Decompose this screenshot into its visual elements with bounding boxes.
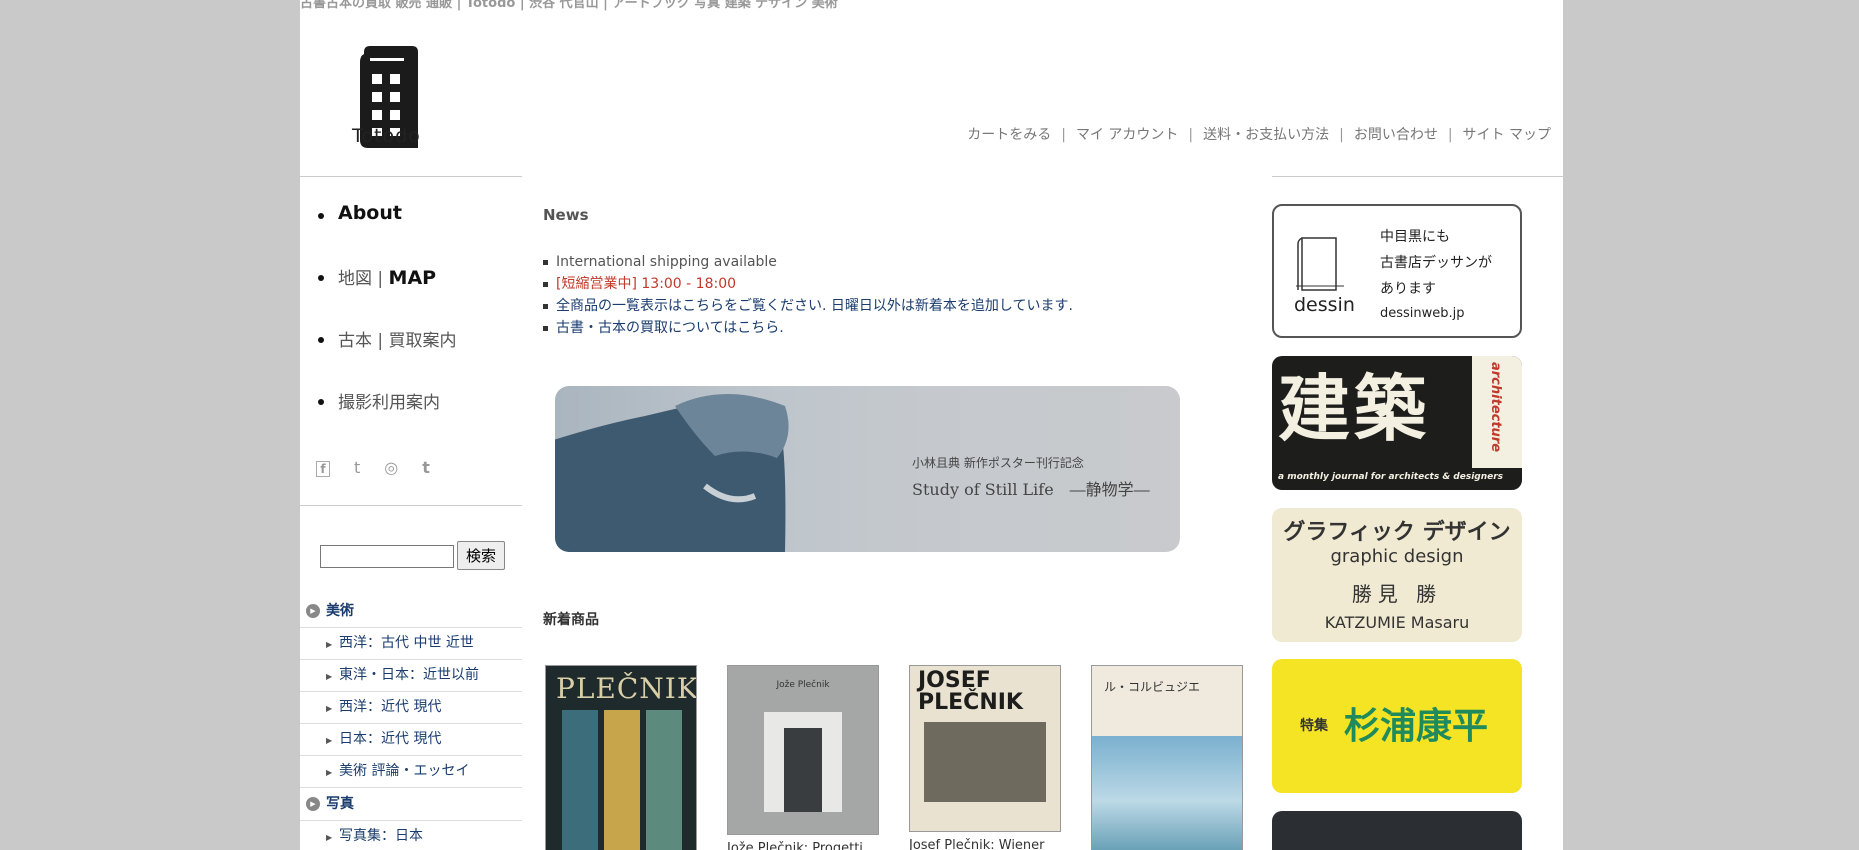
sugiura-name: 杉浦康平 [1344, 705, 1489, 747]
nav-contact-link[interactable]: お問い合わせ [1354, 127, 1438, 143]
social-links: f t ◎ t [316, 458, 454, 477]
dessin-line: 中目黒にも [1380, 229, 1450, 245]
search-button[interactable]: 検索 [457, 541, 506, 570]
facebook-icon[interactable]: f [316, 461, 330, 477]
product-card[interactable]: JOSEF PLEČNIK Josef Plečnik: Wiener [909, 665, 1061, 850]
nav-separator: | [1447, 127, 1453, 143]
poster-banner[interactable]: 小林且典 新作ポスター刊行記念 Study of Still Life ―静物学… [555, 386, 1180, 552]
product-cover[interactable]: ル・コルビュジエ [1091, 665, 1243, 850]
nav-map-jp-label: 地図 [338, 269, 372, 289]
divider [1272, 176, 1563, 177]
product-card[interactable]: Jože Plečnik Jože Plečnik: Progetti [727, 665, 879, 850]
cover-art [784, 728, 822, 812]
dessin-brand: dessin [1294, 294, 1355, 316]
news-title: News [543, 206, 589, 224]
category-item[interactable]: 日本：近代 現代 [300, 723, 522, 756]
cover-art [562, 710, 598, 850]
kenchiku-vertical-band: architecture [1472, 356, 1522, 468]
cover-art [646, 710, 682, 850]
nav-kaitori[interactable]: 古本 | 買取案内 [316, 326, 457, 388]
new-arrivals-title: 新着商品 [543, 612, 599, 628]
news-item[interactable]: International shipping available [543, 251, 1073, 273]
category-item[interactable]: 美術 評論・エッセイ [300, 755, 522, 788]
twitter-icon[interactable]: t [354, 458, 360, 477]
news-item-sub-label: 古書・古本の買取についてはこちら. [556, 320, 784, 336]
product-cover-text: ル・コルビュジエ [1104, 680, 1201, 694]
product-cover-text: PLEČNIK [556, 672, 697, 705]
product-title[interactable]: Josef Plečnik: Wiener [909, 838, 1061, 850]
nav-kaitori-label: 古本 | 買取案内 [338, 331, 457, 351]
graphic-design-ad-banner[interactable]: グラフィック デザイン graphic design 勝見 勝 KATZUMIE… [1272, 508, 1522, 642]
vase-image-icon [555, 394, 789, 552]
search-input[interactable] [320, 545, 454, 568]
graphic-line: graphic design [1330, 546, 1464, 567]
divider [300, 505, 522, 506]
category-item[interactable]: 西洋：古代 中世 近世 [300, 627, 522, 660]
news-item: [短縮営業中] 13:00 - 18:00 [543, 273, 1073, 295]
nav-map[interactable]: 地図 | MAP [316, 264, 457, 326]
product-card[interactable]: ル・コルビュジエ [1091, 665, 1243, 850]
news-item[interactable]: 全商品の一覧表示はこちらをご覧ください. 日曜日以外は新着本を追加しています. [543, 295, 1073, 317]
nav-sitemap-link[interactable]: サイト マップ [1463, 127, 1551, 143]
product-cover[interactable]: JOSEF PLEČNIK [909, 665, 1061, 832]
nav-map-en-label: MAP [388, 267, 437, 289]
tumblr-icon[interactable]: t [422, 458, 430, 477]
graphic-line: 勝見 勝 [1351, 582, 1443, 606]
graphic-line: KATZUMIE Masaru [1324, 613, 1470, 632]
kenchiku-ad-banner[interactable]: 建築 architecture a monthly journal for ar… [1272, 356, 1522, 490]
graphic-line: グラフィック デザイン [1283, 520, 1511, 545]
category-item[interactable]: 西洋：近代 現代 [300, 691, 522, 724]
dessin-line: あります [1380, 281, 1436, 297]
dessin-line: 古書店デッサンが [1380, 255, 1492, 271]
product-card[interactable]: PLEČNIK [545, 665, 697, 850]
category-art-header[interactable]: 美術 [300, 595, 522, 627]
product-cover[interactable]: PLEČNIK [545, 665, 697, 850]
category-photo-header[interactable]: 写真 [300, 787, 522, 820]
cover-art [1092, 736, 1242, 850]
dessin-url: dessinweb.jp [1380, 306, 1465, 321]
site-title: 古書古本の買取 販売 通販 | Totodo | 渋谷 代官山 | アートブック… [300, 0, 838, 11]
product-cover-text: Jože Plečnik [776, 680, 830, 690]
dark-ad-banner[interactable] [1272, 811, 1522, 850]
divider [300, 176, 522, 177]
category-item[interactable]: 写真集：日本 [300, 820, 522, 850]
news-item-sub[interactable]: 古書・古本の買取についてはこちら. [543, 317, 1073, 339]
category-item[interactable]: 東洋・日本：近世以前 [300, 659, 522, 692]
banner-title: Study of Still Life ―静物学― [912, 480, 1150, 499]
nav-shipping-link[interactable]: 送料・お支払い方法 [1203, 127, 1329, 143]
book-icon [1296, 237, 1344, 291]
kenchiku-tagline: a monthly journal for architects & desig… [1278, 472, 1504, 482]
cover-art [924, 722, 1046, 802]
product-cover-text: JOSEF PLEČNIK [918, 668, 1023, 715]
nav-satsuei[interactable]: 撮影利用案内 [316, 388, 457, 450]
nav-cart-link[interactable]: カートをみる [967, 127, 1051, 143]
dessin-ad-banner[interactable]: dessin 中目黒にも 古書店デッサンが あります dessinweb.jp [1272, 204, 1522, 338]
product-title[interactable]: Jože Plečnik: Progetti [727, 841, 879, 850]
logo-text: Totodo [352, 125, 421, 147]
nav-separator: | [372, 269, 389, 289]
sugiura-prefix: 特集 [1300, 718, 1328, 734]
page-container: 古書古本の買取 販売 通販 | Totodo | 渋谷 代官山 | アートブック… [300, 0, 1563, 850]
nav-about-label: About [338, 202, 402, 224]
nav-satsuei-label: 撮影利用案内 [338, 393, 440, 413]
product-cover[interactable]: Jože Plečnik [727, 665, 879, 835]
news-list: International shipping available [短縮営業中]… [543, 251, 1073, 339]
nav-separator: | [1061, 127, 1066, 143]
header-nav: カートをみる | マイ アカウント | 送料・お支払い方法 | お問い合わせ | サイト マップ [967, 124, 1551, 144]
nav-separator: | [1339, 127, 1344, 143]
nav-separator: | [1188, 127, 1194, 143]
instagram-icon[interactable]: ◎ [384, 458, 398, 477]
main-nav: About 地図 | MAP 古本 | 買取案内 撮影利用案内 [316, 202, 457, 450]
nav-about[interactable]: About [316, 202, 457, 264]
sugiura-ad-banner[interactable]: 特集 杉浦康平 [1272, 659, 1522, 793]
kenchiku-title: 建築 [1278, 366, 1431, 451]
banner-subtitle: 小林且典 新作ポスター刊行記念 [912, 456, 1084, 470]
cover-art [604, 710, 640, 850]
category-art: 美術 西洋：古代 中世 近世 東洋・日本：近世以前 西洋：近代 現代 日本：近代… [300, 595, 522, 850]
nav-account-link[interactable]: マイ アカウント [1076, 127, 1178, 143]
kenchiku-vertical-text: architecture [1488, 362, 1503, 453]
